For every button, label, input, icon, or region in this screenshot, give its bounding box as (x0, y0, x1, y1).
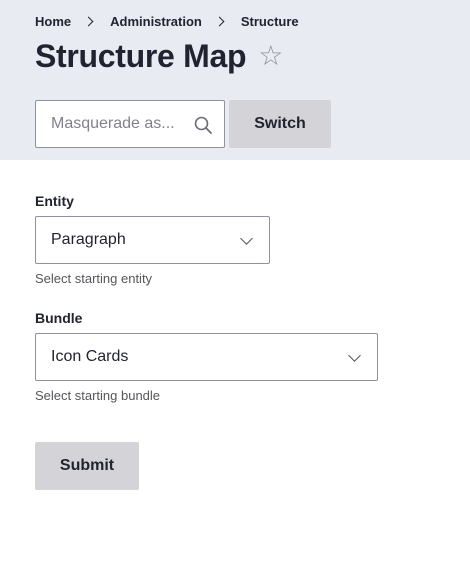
bundle-select[interactable]: Icon Cards (35, 333, 378, 381)
breadcrumb-separator-icon (214, 16, 225, 27)
bundle-description: Select starting bundle (35, 388, 161, 403)
submit-button[interactable]: Submit (35, 442, 139, 490)
breadcrumb-separator-icon (83, 16, 94, 27)
title-row: Structure Map ☆ (35, 34, 283, 78)
entity-description: Select starting entity (35, 271, 153, 286)
breadcrumb-administration-link[interactable]: Administration (110, 14, 202, 29)
masquerade-field (35, 100, 225, 148)
breadcrumb: Home Administration Structure (35, 14, 299, 29)
bundle-field: Bundle Icon Cards Select starting bundle (35, 309, 378, 404)
masquerade-bar: Switch (35, 100, 331, 148)
bundle-select-value: Icon Cards (51, 348, 129, 365)
search-icon (194, 116, 212, 134)
entity-select-value: Paragraph (51, 231, 126, 248)
page-title: Structure Map (35, 38, 247, 74)
entity-select[interactable]: Paragraph (35, 216, 270, 264)
masquerade-input[interactable] (36, 101, 191, 147)
entity-field: Entity Paragraph Select starting entity (35, 192, 270, 287)
chevron-down-icon (240, 232, 253, 245)
star-outline-icon[interactable]: ☆ (258, 34, 283, 78)
chevron-down-icon (348, 349, 361, 362)
switch-button[interactable]: Switch (229, 100, 331, 148)
entity-label: Entity (35, 193, 74, 209)
breadcrumb-home-link[interactable]: Home (35, 14, 71, 29)
bundle-label: Bundle (35, 310, 83, 326)
page-header: Home Administration Structure Structure … (0, 0, 470, 160)
breadcrumb-structure-link[interactable]: Structure (241, 14, 299, 29)
